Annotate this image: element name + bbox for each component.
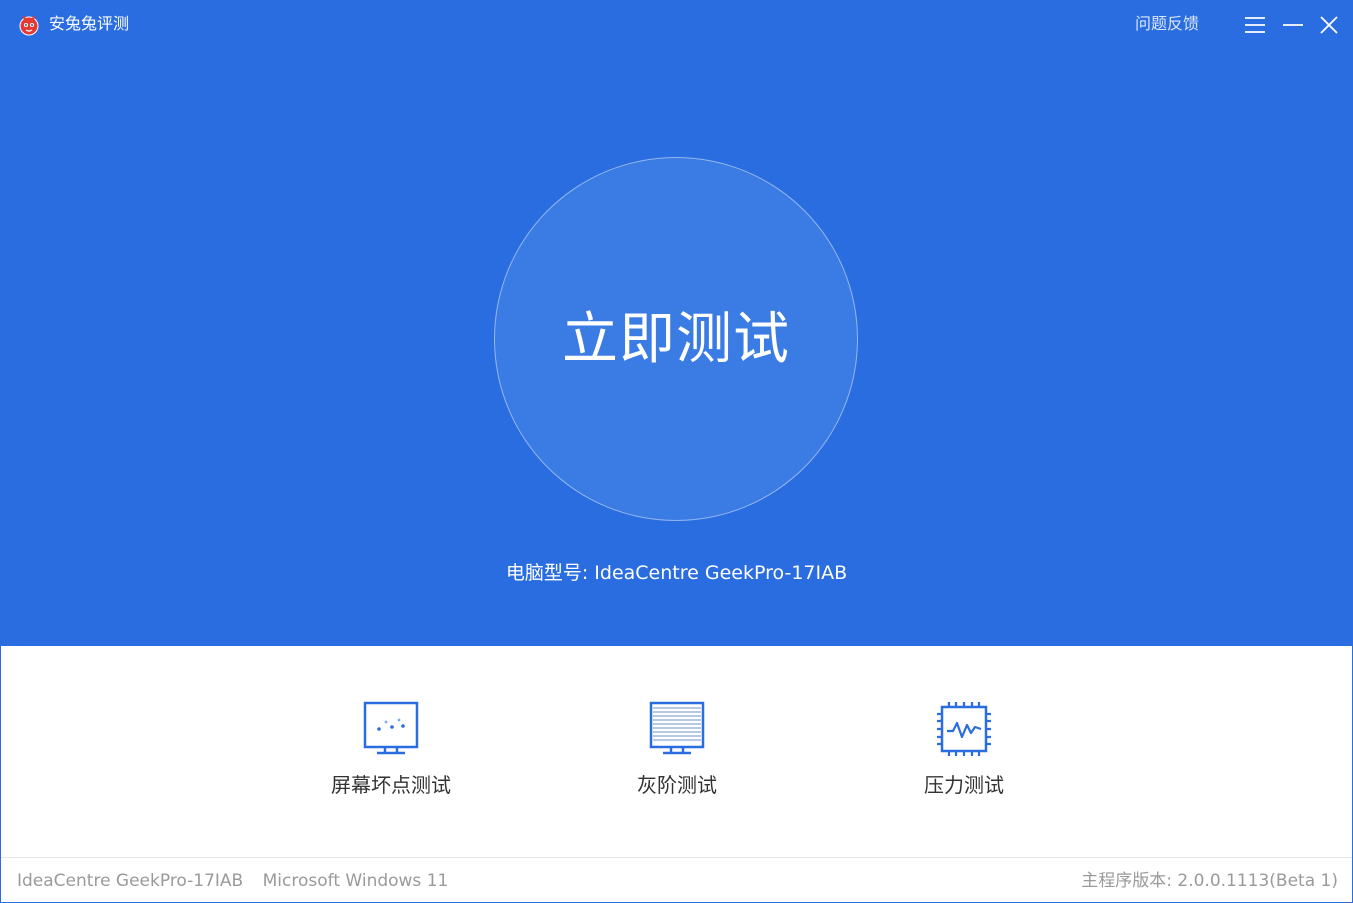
title-bar: 安兔兔评测 问题反馈 (1, 1, 1352, 49)
stress-test-button[interactable]: 压力测试 (874, 701, 1054, 811)
hamburger-menu-icon[interactable] (1243, 13, 1267, 37)
dead-pixel-test-label: 屏幕坏点测试 (331, 773, 451, 797)
start-test-button[interactable]: 立即测试 (494, 157, 858, 521)
model-label: 电脑型号: (505, 562, 589, 584)
grayscale-monitor-icon (649, 701, 705, 755)
program-version: 主程序版本: 2.0.0.1113(Beta 1) (1081, 871, 1338, 891)
status-os: Microsoft Windows 11 (262, 871, 449, 891)
dead-pixel-test-button[interactable]: 屏幕坏点测试 (301, 701, 481, 811)
stress-chip-icon (937, 702, 991, 756)
close-icon[interactable] (1317, 13, 1341, 37)
grayscale-test-label: 灰阶测试 (637, 773, 717, 797)
start-test-label: 立即测试 (562, 307, 790, 372)
model-value: IdeaCentre GeekPro-17IAB (594, 562, 848, 584)
stress-test-label: 压力测试 (924, 773, 1004, 797)
status-bar: IdeaCentre GeekPro-17IAB Microsoft Windo… (1, 857, 1352, 902)
app-title: 安兔兔评测 (49, 14, 130, 33)
grayscale-test-button[interactable]: 灰阶测试 (587, 701, 767, 811)
antutu-logo-icon (19, 15, 39, 36)
status-device: IdeaCentre GeekPro-17IAB (17, 871, 244, 891)
app-window: 安兔兔评测 问题反馈 立即测试 电脑型号: IdeaCentre GeekPro… (0, 0, 1353, 903)
computer-model: 电脑型号: IdeaCentre GeekPro-17IAB (1, 561, 1352, 585)
dead-pixel-monitor-icon (363, 701, 419, 755)
feedback-link[interactable]: 问题反馈 (1135, 14, 1199, 34)
hero-panel: 安兔兔评测 问题反馈 立即测试 电脑型号: IdeaCentre GeekPro… (1, 1, 1352, 646)
minimize-icon[interactable] (1281, 13, 1305, 37)
system-info: IdeaCentre GeekPro-17IAB Microsoft Windo… (17, 870, 448, 892)
